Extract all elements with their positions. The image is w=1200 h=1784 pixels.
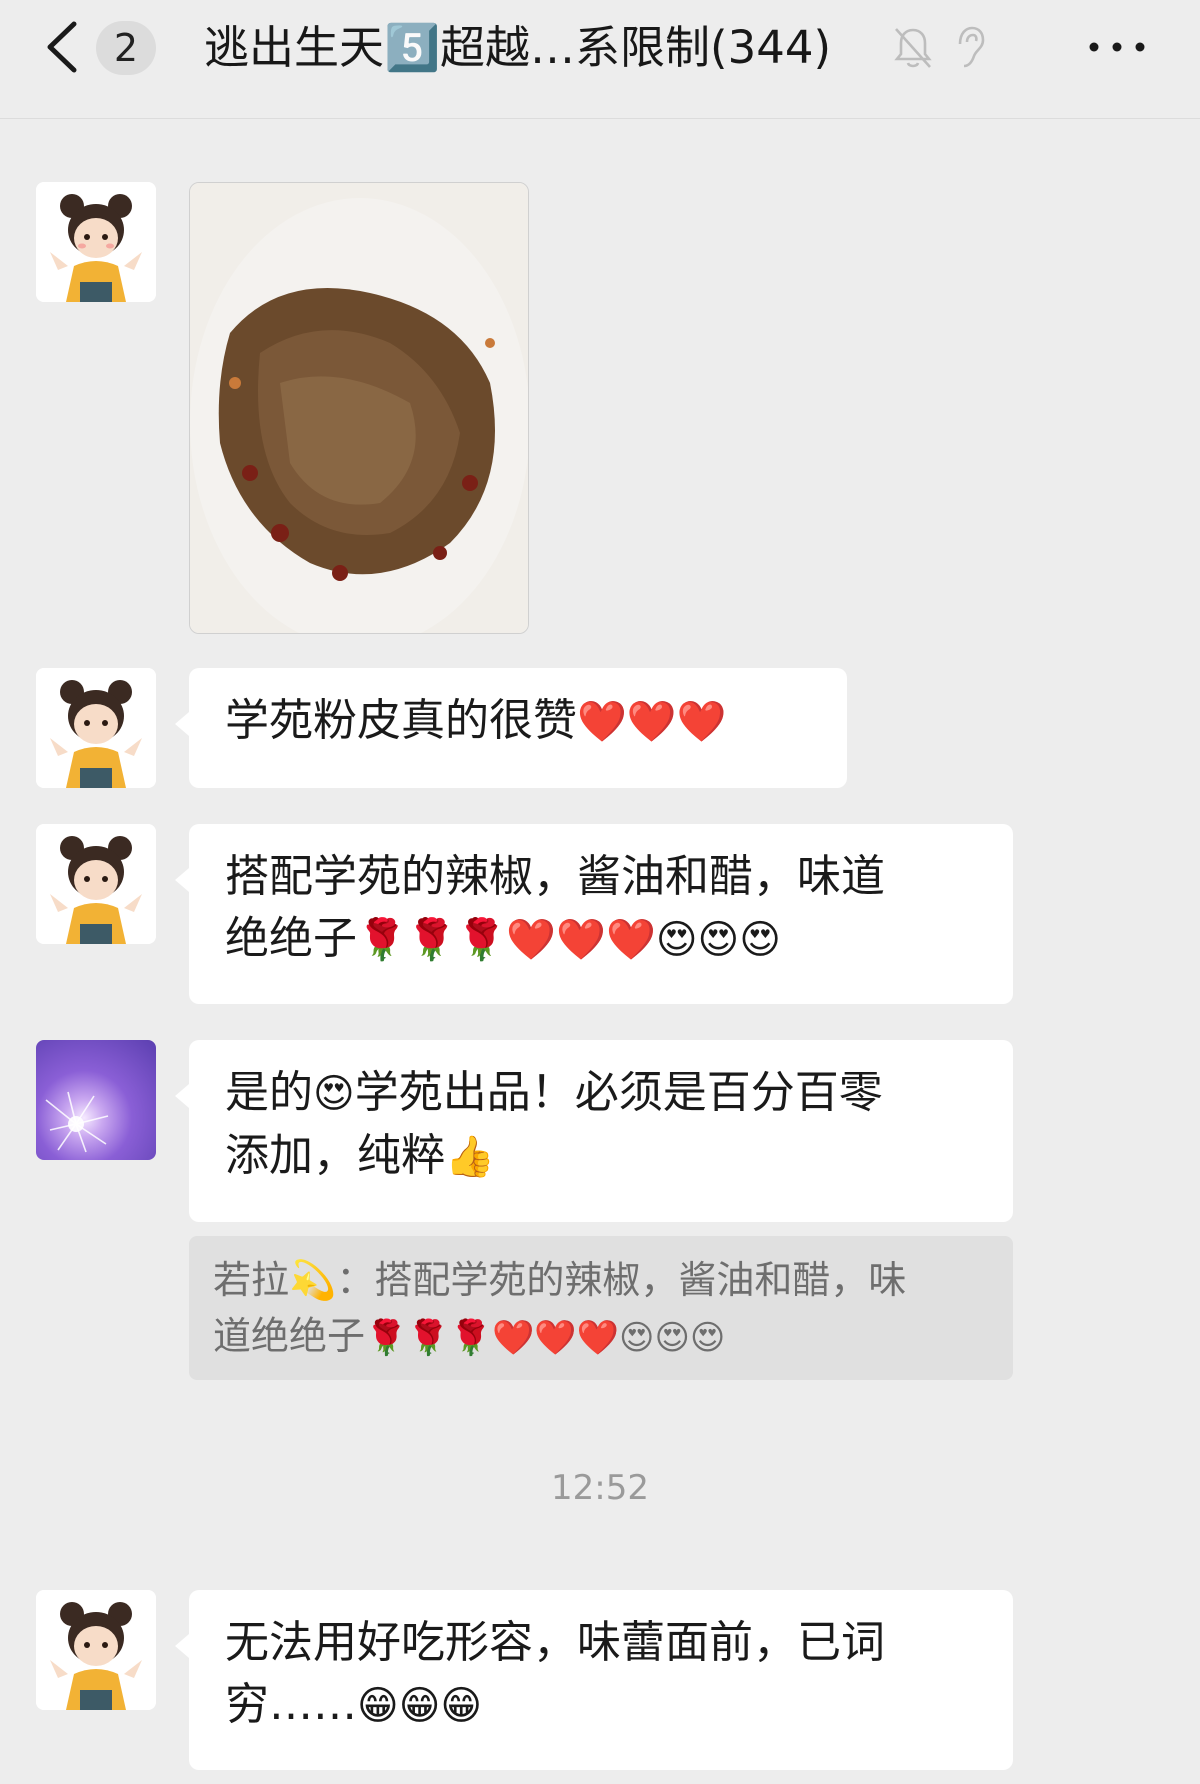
message-bubble[interactable]: 学苑粉皮真的很赞❤️❤️❤️ — [175, 668, 847, 788]
more-options-icon[interactable] — [1086, 36, 1148, 58]
girl-avatar-icon — [36, 668, 156, 788]
message-line-2: 添加，纯粹👍 — [225, 1125, 977, 1188]
avatar[interactable] — [36, 824, 156, 944]
quote-author: 若拉💫： — [213, 1258, 375, 1302]
earpiece-icon — [958, 26, 985, 68]
chat-title[interactable]: 逃出生天5️⃣超越…系限制(344) — [204, 12, 831, 84]
message-line-1: 搭配学苑的辣椒，酱油和醋，味道 — [225, 851, 885, 902]
message-text: 是的 — [225, 1067, 313, 1118]
heart-eyes-emoji: 😍😍😍 — [655, 917, 781, 963]
rose-emoji: 🌹🌹🌹 — [357, 917, 507, 963]
message-bubble[interactable]: 无法用好吃形容，味蕾面前，已词 穷……😁😁😁 — [175, 1590, 1013, 1770]
message-line-1: 无法用好吃形容，味蕾面前，已词 — [225, 1617, 885, 1668]
quoted-message[interactable]: 若拉💫：搭配学苑的辣椒，酱油和醋，味 道绝绝子🌹🌹🌹❤️❤️❤️😍😍😍 — [189, 1236, 1013, 1380]
chat-header: 2 逃出生天5️⃣超越…系限制(344) — [0, 0, 1200, 119]
quote-emojis: 🌹🌹🌹❤️❤️❤️😍😍😍 — [365, 1318, 726, 1358]
message-line-1: 是的😍学苑出品！必须是百分百零 — [225, 1062, 977, 1125]
flower-avatar-icon — [45, 1091, 109, 1153]
quote-line-1: 若拉💫：搭配学苑的辣椒，酱油和醋，味 — [213, 1252, 989, 1308]
message-text: 绝绝子 — [225, 913, 357, 964]
food-photo[interactable] — [189, 182, 529, 634]
thumbs-up-emoji: 👍 — [445, 1134, 495, 1180]
timestamp: 12:52 — [551, 1468, 649, 1508]
message-text: 添加，纯粹 — [225, 1130, 445, 1181]
mute-bell-icon — [894, 28, 932, 68]
girl-avatar-icon — [36, 824, 156, 944]
unread-count-badge[interactable]: 2 — [96, 21, 156, 75]
back-arrow-icon[interactable] — [40, 18, 86, 76]
message-bubble[interactable]: 搭配学苑的辣椒，酱油和醋，味道 绝绝子🌹🌹🌹❤️❤️❤️😍😍😍 — [175, 824, 1013, 1004]
message-line-2: 穷……😁😁😁 — [225, 1674, 977, 1737]
heart-emoji: ❤️❤️❤️ — [577, 699, 727, 745]
girl-avatar-icon — [36, 182, 156, 302]
message-text: 学苑粉皮真的很赞 — [225, 695, 577, 746]
grin-emoji: 😁😁😁 — [357, 1683, 483, 1729]
avatar[interactable] — [36, 668, 156, 788]
quote-text: 搭配学苑的辣椒，酱油和醋，味 — [374, 1258, 907, 1302]
food-dish-icon — [190, 183, 528, 633]
message-text: 学苑出品！必须是百分百零 — [354, 1067, 883, 1118]
message-text: 穷…… — [225, 1679, 357, 1730]
heart-eyes-emoji: 😍 — [313, 1071, 355, 1117]
avatar[interactable] — [36, 182, 156, 302]
message-line-2: 绝绝子🌹🌹🌹❤️❤️❤️😍😍😍 — [225, 908, 977, 971]
message-bubble[interactable]: 是的😍学苑出品！必须是百分百零 添加，纯粹👍 — [175, 1040, 1013, 1222]
avatar[interactable] — [36, 1590, 156, 1710]
girl-avatar-icon — [36, 1590, 156, 1710]
heart-emoji: ❤️❤️❤️ — [506, 917, 656, 963]
avatar[interactable] — [36, 1040, 156, 1160]
quote-text: 道绝绝子 — [213, 1314, 366, 1358]
quote-line-2: 道绝绝子🌹🌹🌹❤️❤️❤️😍😍😍 — [213, 1308, 989, 1366]
